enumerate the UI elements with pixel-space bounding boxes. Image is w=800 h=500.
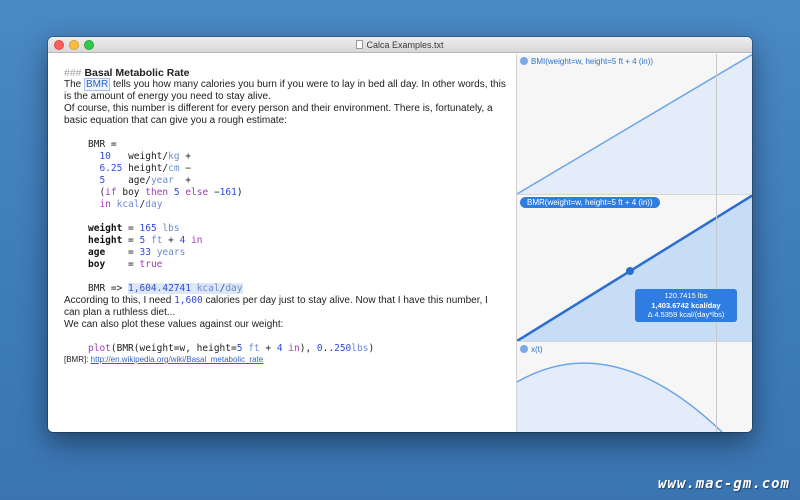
tooltip-weight: 120.7415 lbs [664,291,708,300]
result-code: BMR => 1,604.42741 kcal/day [88,283,243,294]
graph-label-bmr[interactable]: BMR(weight=w, height=5 ft + 4 (in)) [520,197,660,208]
graph-sidebar[interactable]: BMI(weight=w, height=5 ft + 4 (in)) BMR(… [516,54,752,432]
window-title: Calca Examples.txt [366,40,444,50]
footnote: [BMR]: http://en.wikipedia.org/wiki/Basa… [64,355,506,365]
wikipedia-link[interactable]: http://en.wikipedia.org/wiki/Basal_metab… [91,355,264,364]
series-dot-icon [520,57,528,65]
panel-edge [716,342,717,432]
paragraph-estimate: Of course, this number is different for … [64,103,493,126]
document-icon [356,40,364,49]
paragraph-intro: The BMR tells you how many calories you … [64,78,506,103]
paragraph-plot: We can also plot these values against ou… [64,319,284,330]
graph-label-bmi[interactable]: BMI(weight=w, height=5 ft + 4 (in)) [520,56,653,67]
tooltip-bmr: 1,403.6742 kcal/day [651,300,721,310]
intro-prefix: The [64,79,85,90]
plot-code: plot(BMR(weight=w, height=5 ft + 4 in), … [88,343,375,354]
intro-suffix: tells you how many calories you burn if … [64,79,506,102]
graph-label-xt-text: x(t) [531,345,543,354]
section-heading: ### Basal Metabolic Rate [64,67,506,79]
graph-panel-bmr[interactable]: BMR(weight=w, height=5 ft + 4 (in)) 120.… [517,195,752,341]
heading-hashes: ### [64,67,82,79]
panel-edge [716,54,717,194]
editor-pane[interactable]: ### Basal Metabolic Rate The BMR tells y… [48,54,516,432]
graph-panel-xt[interactable]: x(t) [517,342,752,432]
graph-label-bmi-text: BMI(weight=w, height=5 ft + 4 (in)) [531,57,654,66]
inline-result-value: 1,600 [174,295,203,306]
tooltip-derivative: Δ 4.5359 kcal/(day*lbs) [647,310,725,319]
series-dot-icon [520,345,528,353]
calca-window: Calca Examples.txt ### Basal Metabolic R… [48,37,752,432]
bmr-reference-link[interactable]: BMR [84,78,111,91]
footnote-label: [BMR]: [64,355,91,364]
title-bar[interactable]: Calca Examples.txt [48,37,752,53]
graph-label-xt[interactable]: x(t) [520,344,543,355]
bmr-formula-code: BMR = 10 weight/kg + 6.25 height/cm − 5 … [88,139,243,210]
variables-code: weight = 165 lbs height = 5 ft + 4 in ag… [88,223,203,270]
graph-label-bmr-text: BMR(weight=w, height=5 ft + 4 (in)) [527,198,653,207]
graph-value-tooltip: 120.7415 lbs 1,403.6742 kcal/day Δ 4.535… [635,289,737,322]
paragraph-result: According to this, I need 1,600 calories… [64,295,506,319]
site-watermark: www.mac-gm.com [657,476,790,492]
hover-point[interactable] [626,267,634,275]
window-title-wrap: Calca Examples.txt [48,38,752,52]
graph-panel-bmi[interactable]: BMI(weight=w, height=5 ft + 4 (in)) [517,54,752,194]
result-prefix: According to this, I need [64,295,175,306]
